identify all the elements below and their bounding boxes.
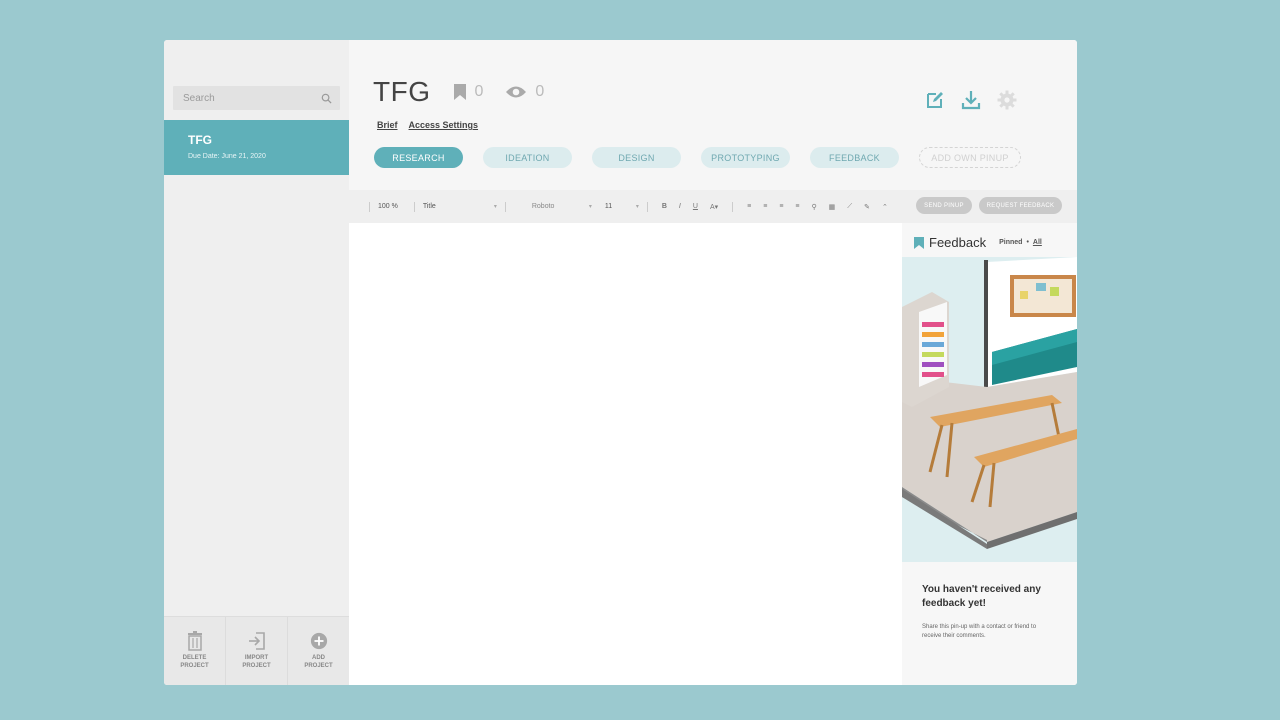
search-input[interactable] [183, 92, 303, 104]
bookmark-count[interactable]: 0 [453, 83, 484, 101]
add-own-pinup-tab[interactable]: ADD OWN PINUP [919, 147, 1021, 168]
tab-prototyping[interactable]: PROTOTYPING [701, 147, 790, 168]
main-content: TFG 0 0 Brief Access Settings RESEARCH I… [349, 40, 1077, 685]
empty-feedback-illustration [902, 257, 1077, 562]
empty-state-title: You haven't received any feedback yet! [922, 584, 1041, 609]
import-icon [248, 632, 265, 650]
zoom-select[interactable]: 100 % [378, 203, 398, 210]
feedback-header: Feedback Pinned • All [902, 223, 1077, 250]
search-box[interactable] [173, 86, 340, 110]
font-size-select[interactable]: 11 ▾ [605, 203, 639, 210]
tab-feedback[interactable]: FEEDBACK [810, 147, 899, 168]
project-due-date: Due Date: June 21, 2020 [188, 153, 266, 160]
chevron-down-icon: ▾ [493, 204, 497, 210]
delete-project-button[interactable]: DELETE PROJECT [164, 617, 226, 685]
sidebar-footer: DELETE PROJECT IMPORT PROJECT ADD PROJEC… [164, 616, 349, 685]
sidebar: TFG Due Date: June 21, 2020 DELETE PROJE… [164, 40, 349, 685]
project-item-tfg[interactable]: TFG Due Date: June 21, 2020 [164, 120, 349, 175]
align-left-icon[interactable]: ≡ [747, 203, 751, 210]
app-window: TFG Due Date: June 21, 2020 DELETE PROJE… [164, 40, 1077, 685]
text-color-icon[interactable]: A▾ [710, 203, 718, 211]
tab-ideation[interactable]: IDEATION [483, 147, 572, 168]
sub-links: Brief Access Settings [377, 120, 478, 130]
gear-icon[interactable] [997, 90, 1017, 110]
image-icon[interactable]: ▦ [829, 203, 836, 211]
project-name: TFG [188, 133, 212, 147]
tab-design[interactable]: DESIGN [592, 147, 681, 168]
chevron-down-icon: ▾ [588, 204, 592, 210]
page-title: TFG [373, 76, 431, 107]
bookmark-icon [914, 236, 924, 249]
pencil-icon[interactable]: ✎ [864, 203, 870, 211]
feedback-panel: Feedback Pinned • All You haven't receiv… [902, 223, 1077, 685]
plus-circle-icon [310, 632, 327, 650]
font-value: Roboto [531, 203, 555, 210]
pen-icon[interactable]: ⟋ [847, 203, 852, 211]
align-center-icon[interactable]: ≡ [763, 203, 767, 210]
toolbar-divider [646, 201, 648, 212]
empty-state-text: Share this pin-up with a contact or frie… [922, 624, 1037, 639]
add-project-label: ADD PROJECT [304, 655, 333, 669]
trash-icon [187, 631, 202, 651]
stage-tabs: RESEARCH IDEATION DESIGN PROTOTYPING FEE… [374, 147, 1021, 168]
bookmark-icon [453, 84, 466, 100]
search-icon[interactable] [321, 93, 332, 104]
collapse-icon[interactable]: ⌃ [882, 203, 888, 211]
underline-icon[interactable]: U [693, 203, 698, 210]
edit-icon[interactable] [925, 90, 945, 110]
toolbar-divider [504, 201, 506, 212]
download-icon[interactable] [961, 90, 981, 110]
tab-research[interactable]: RESEARCH [374, 147, 463, 168]
request-feedback-button[interactable]: REQUEST FEEDBACK [979, 197, 1062, 214]
style-value: Title [422, 203, 436, 210]
filter-pinned[interactable]: Pinned [999, 239, 1022, 246]
import-project-label: IMPORT PROJECT [242, 655, 271, 669]
font-select[interactable]: Roboto ▾ [532, 203, 592, 210]
editor-canvas[interactable] [349, 223, 902, 685]
import-project-button[interactable]: IMPORT PROJECT [226, 617, 288, 685]
eye-icon [506, 86, 527, 98]
filter-separator: • [1026, 239, 1029, 246]
zoom-value: 100 % [378, 203, 398, 210]
style-select[interactable]: Title ▾ [423, 203, 497, 210]
title-row: TFG 0 0 [373, 76, 544, 108]
brief-link[interactable]: Brief [377, 120, 398, 130]
italic-icon[interactable]: I [679, 203, 681, 210]
view-count-value: 0 [535, 83, 545, 100]
bookmark-count-value: 0 [474, 83, 484, 100]
chevron-down-icon: ▾ [635, 204, 639, 210]
view-count: 0 [505, 83, 544, 101]
bold-icon[interactable]: B [662, 203, 667, 210]
header-actions [925, 90, 1017, 110]
toolbar-divider [732, 201, 734, 212]
feedback-title: Feedback [929, 235, 987, 250]
add-project-button[interactable]: ADD PROJECT [288, 617, 349, 685]
send-pinup-button[interactable]: SEND PINUP [916, 197, 972, 214]
toolbar-divider [413, 201, 415, 212]
align-right-icon[interactable]: ≡ [779, 203, 783, 210]
delete-project-label: DELETE PROJECT [180, 655, 209, 669]
editor-toolbar: 100 % Title ▾ Roboto ▾ 11 ▾ B I U A▾ ≡ ≡… [349, 190, 1077, 223]
justify-icon[interactable]: ≡ [795, 203, 799, 210]
link-icon[interactable]: ⚲ [812, 203, 817, 211]
toolbar-divider [369, 201, 370, 212]
access-settings-link[interactable]: Access Settings [409, 120, 479, 130]
feedback-empty-state: You haven't received any feedback yet! S… [922, 583, 1057, 641]
feedback-filters: Pinned • All [999, 239, 1042, 246]
font-size-value: 11 [604, 203, 613, 210]
filter-all[interactable]: All [1033, 239, 1042, 246]
